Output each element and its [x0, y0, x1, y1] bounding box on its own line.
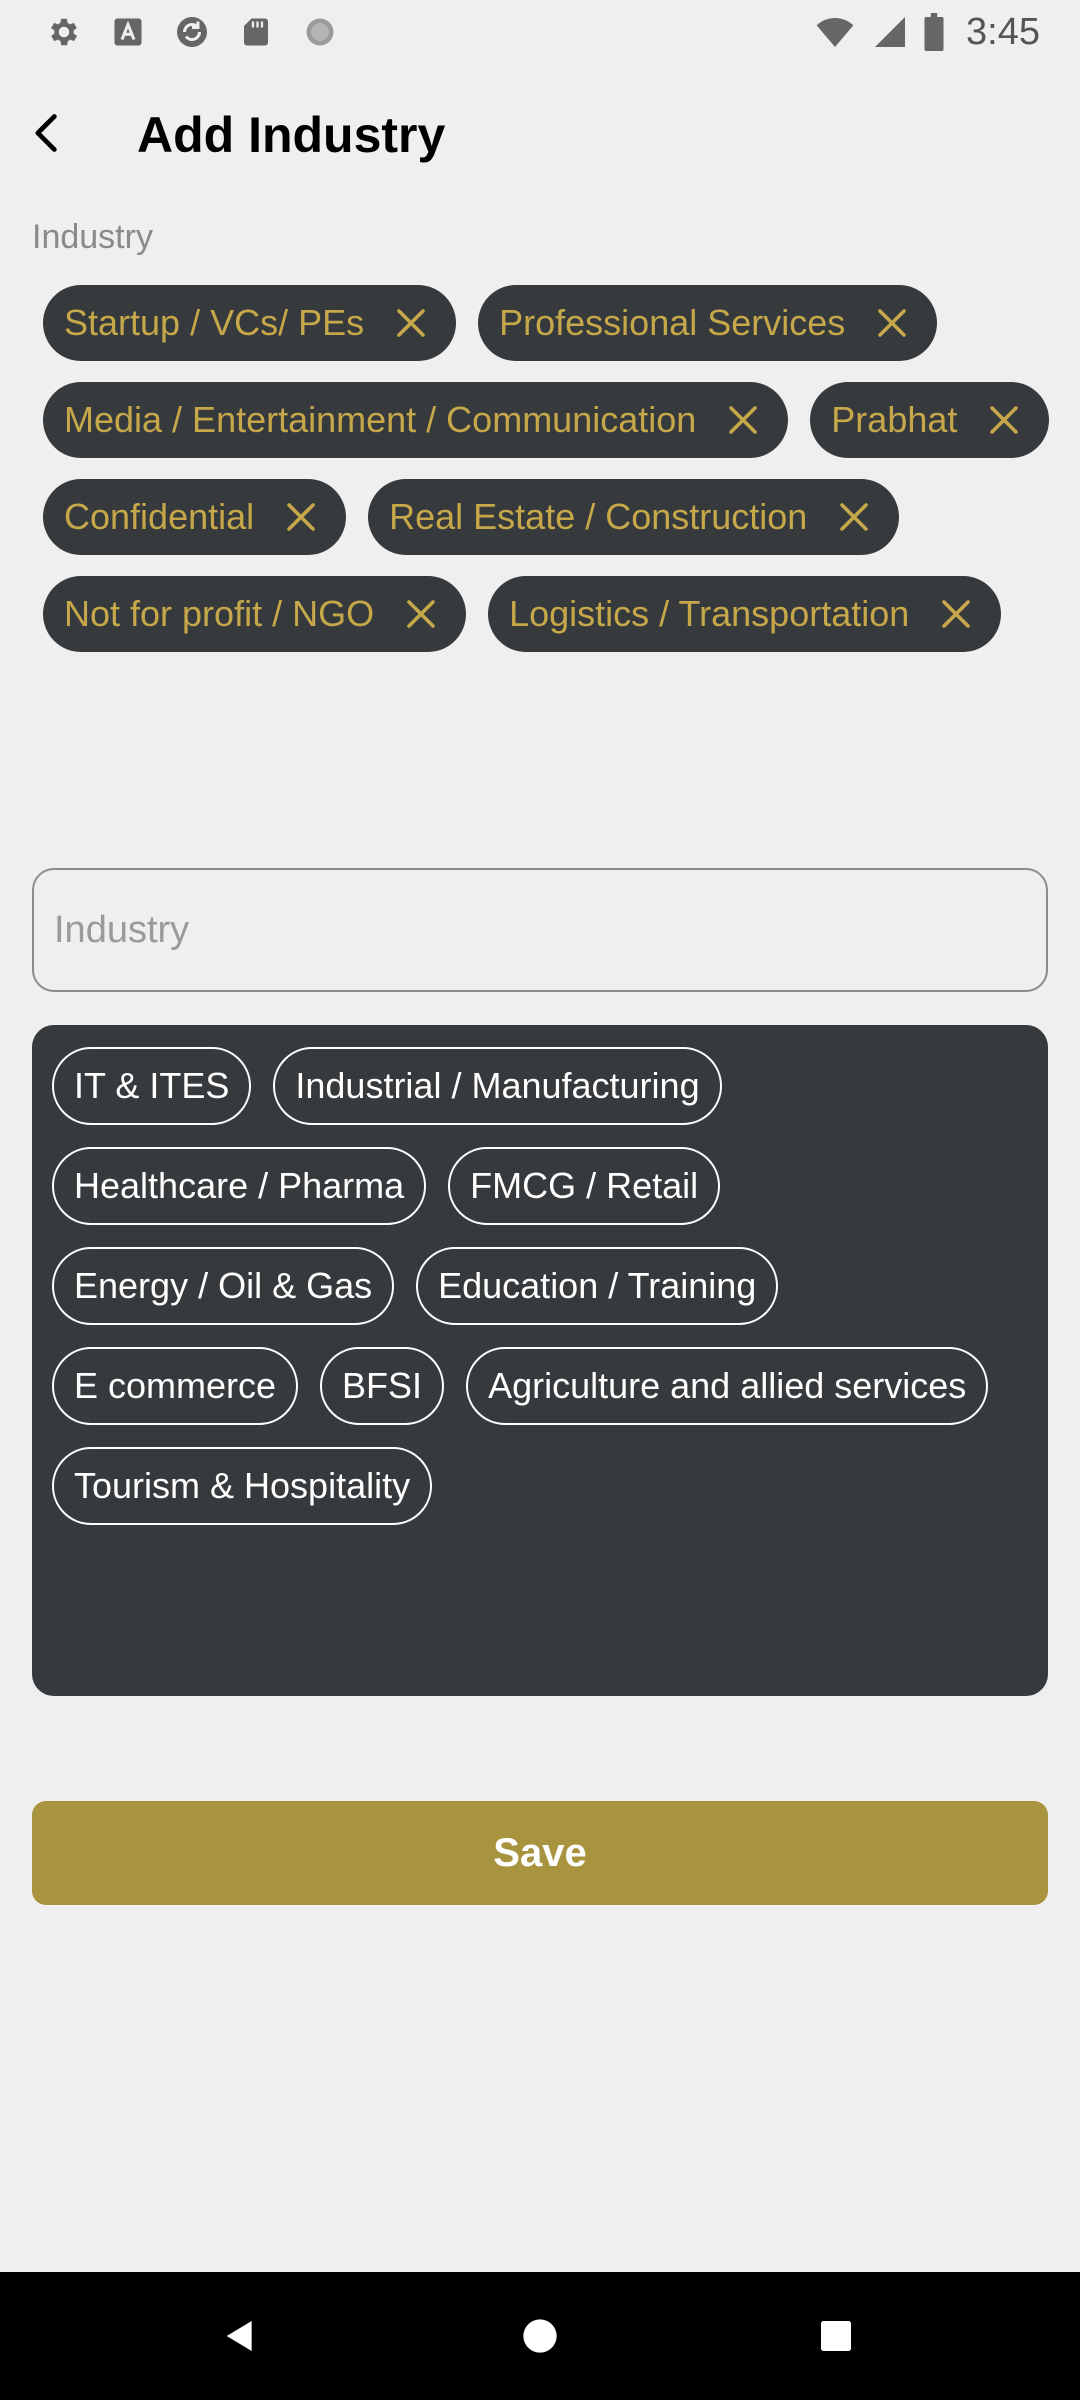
selected-industry-chip-label: Confidential [64, 496, 255, 537]
industry-option-chip[interactable]: FMCG / Retail [448, 1147, 721, 1225]
back-button[interactable] [2, 90, 92, 180]
selected-industry-chip-label: Professional Services [499, 302, 846, 343]
selected-industry-chip: Not for profit / NGO [43, 576, 467, 652]
selected-industry-chip: Confidential [43, 479, 347, 555]
status-bar: 3:45 [0, 0, 1080, 64]
back-arrow-icon [25, 111, 69, 160]
selected-industry-chips: Startup / VCs/ PEs Professional Services M… [43, 285, 1053, 652]
nav-recents-button[interactable] [772, 2272, 900, 2400]
remove-chip-close-icon[interactable] [871, 302, 913, 344]
selected-industry-chip-label: Not for profit / NGO [64, 593, 375, 634]
industry-option-chip[interactable]: Healthcare / Pharma [52, 1147, 427, 1225]
industry-option-chip[interactable]: IT & ITES [52, 1047, 252, 1125]
selected-industry-chip-label: Logistics / Transportation [509, 593, 910, 634]
industry-option-chip[interactable]: BFSI [320, 1347, 445, 1425]
industry-option-chip[interactable]: E commerce [52, 1347, 299, 1425]
font-a-icon [110, 14, 146, 50]
nav-home-icon [523, 2319, 557, 2353]
selected-industry-chip: Prabhat [810, 382, 1050, 458]
industry-option-chip[interactable]: Agriculture and allied services [466, 1347, 989, 1425]
battery-icon [922, 13, 946, 51]
selected-industry-chip-label: Startup / VCs/ PEs [64, 302, 365, 343]
sd-card-icon [238, 14, 274, 50]
remove-chip-close-icon[interactable] [722, 399, 764, 441]
circle-loading-icon [302, 14, 338, 50]
nav-back-button[interactable] [176, 2272, 304, 2400]
selected-industry-chip: Professional Services [478, 285, 938, 361]
signal-icon [872, 14, 908, 50]
sync-icon [174, 14, 210, 50]
industry-input[interactable] [32, 868, 1048, 992]
industry-option-chips: IT & ITES Industrial / Manufacturing Healt… [52, 1047, 1028, 1525]
selected-industry-chip-label: Prabhat [831, 399, 958, 440]
status-left-icons [46, 14, 338, 50]
settings-icon [46, 14, 82, 50]
remove-chip-close-icon[interactable] [833, 496, 875, 538]
remove-chip-close-icon[interactable] [400, 593, 442, 635]
nav-home-button[interactable] [476, 2272, 604, 2400]
selected-industry-chip-label: Media / Entertainment / Communication [64, 399, 697, 440]
selected-industry-chip: Real Estate / Construction [368, 479, 900, 555]
system-nav-bar [0, 2272, 1080, 2400]
nav-recents-icon [821, 2321, 851, 2351]
selected-industry-chip: Startup / VCs/ PEs [43, 285, 457, 361]
industry-option-chip[interactable]: Education / Training [416, 1247, 779, 1325]
page-title: Add Industry [137, 107, 446, 163]
industry-option-chip[interactable]: Industrial / Manufacturing [273, 1047, 722, 1125]
wifi-icon [812, 14, 858, 50]
selected-industry-chip: Logistics / Transportation [488, 576, 1002, 652]
remove-chip-close-icon[interactable] [280, 496, 322, 538]
selected-industry-chip-label: Real Estate / Construction [389, 496, 808, 537]
status-clock: 3:45 [966, 10, 1040, 53]
industry-option-chip[interactable]: Energy / Oil & Gas [52, 1247, 395, 1325]
remove-chip-close-icon[interactable] [983, 399, 1025, 441]
industry-suggestions-panel: IT & ITES Industrial / Manufacturing Healt… [32, 1025, 1048, 1696]
remove-chip-close-icon[interactable] [390, 302, 432, 344]
nav-back-icon [226, 2321, 252, 2351]
industry-option-chip[interactable]: Tourism & Hospitality [52, 1447, 433, 1525]
remove-chip-close-icon[interactable] [935, 593, 977, 635]
status-right-icons: 3:45 [812, 11, 1040, 54]
industry-label: Industry [32, 218, 153, 256]
save-button[interactable]: Save [32, 1801, 1048, 1905]
app-toolbar: Add Industry [0, 90, 1080, 180]
selected-industry-chip: Media / Entertainment / Communication [43, 382, 789, 458]
